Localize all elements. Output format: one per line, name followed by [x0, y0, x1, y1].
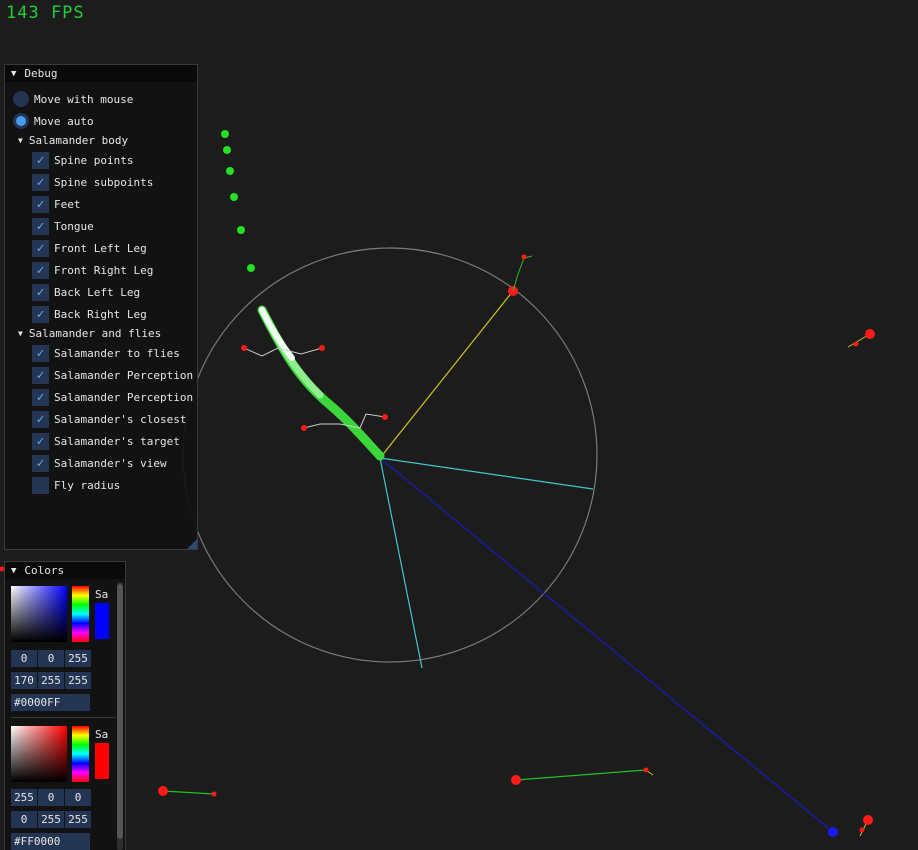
radio-move-auto[interactable]: Move auto	[13, 112, 94, 130]
checkbox-salamanders-target[interactable]: ✓ Salamander's target	[32, 432, 180, 450]
checkbox-salamander-to-flies[interactable]: ✓ Salamander to flies	[32, 344, 180, 362]
green-field[interactable]: 0	[38, 789, 64, 806]
target-fly	[828, 827, 838, 837]
color-swatch[interactable]	[95, 603, 109, 639]
check-icon[interactable]: ✓	[32, 432, 49, 450]
perception-circle	[182, 247, 598, 663]
red-field[interactable]: 0	[11, 650, 37, 667]
resize-grip[interactable]	[187, 539, 197, 549]
checkbox-spine-subpoints[interactable]: ✓ Spine subpoints	[32, 173, 153, 191]
debug-window-titlebar[interactable]: ▼ Debug	[5, 65, 197, 82]
closest-fly-tail	[521, 254, 527, 260]
check-icon[interactable]: ✓	[32, 454, 49, 472]
picker-label: Sa	[95, 728, 109, 741]
tree-node-salamander-body[interactable]: ▼ Salamander body	[18, 131, 128, 149]
check-icon[interactable]: ✓	[32, 388, 49, 406]
divider	[11, 717, 115, 718]
check-icon[interactable]: ✓	[32, 173, 49, 191]
hue-slider[interactable]	[72, 726, 89, 782]
hue-field[interactable]: 0	[11, 811, 37, 828]
checkbox-fly-radius[interactable]: Fly radius	[32, 476, 120, 494]
checkbox-spine-points[interactable]: ✓ Spine points	[32, 151, 133, 169]
checkbox-salamanders-view[interactable]: ✓ Salamander's view	[32, 454, 167, 472]
radio-button-icon[interactable]	[13, 113, 29, 129]
picker-label: Sa	[95, 588, 109, 601]
check-icon[interactable]: ✓	[32, 305, 49, 323]
checkbox-empty[interactable]	[32, 476, 49, 494]
colors-window-title: Colors	[24, 564, 65, 577]
check-icon[interactable]: ✓	[32, 151, 49, 169]
check-icon[interactable]: ✓	[32, 410, 49, 428]
scrollbar[interactable]	[117, 582, 123, 850]
salamander-body	[257, 305, 385, 461]
fly	[511, 767, 654, 785]
closest-line	[379, 290, 514, 459]
check-icon[interactable]: ✓	[32, 283, 49, 301]
foot	[241, 345, 247, 351]
tree-node-salamander-and-flies[interactable]: ▼ Salamander and flies	[18, 324, 161, 342]
hex-field[interactable]: #FF0000	[11, 833, 90, 850]
check-icon[interactable]: ✓	[32, 344, 49, 362]
hue-slider[interactable]	[72, 586, 89, 642]
checkbox-salamander-perception-2[interactable]: ✓ Salamander Perception	[32, 388, 193, 406]
color-swatch[interactable]	[95, 743, 109, 779]
fly	[158, 786, 217, 797]
tree-expand-icon[interactable]: ▼	[18, 329, 23, 338]
saturation-field[interactable]: 255	[38, 811, 64, 828]
saturation-value-square[interactable]	[11, 726, 67, 782]
check-icon[interactable]: ✓	[32, 239, 49, 257]
checkbox-front-right-leg[interactable]: ✓ Front Right Leg	[32, 261, 153, 279]
check-icon[interactable]: ✓	[32, 366, 49, 384]
colors-window[interactable]: ▼ Colors Sa 0 0 255 170 255 255 #0000FF …	[4, 561, 126, 850]
fly	[847, 329, 875, 348]
saturation-field[interactable]: 255	[38, 672, 64, 689]
green-field[interactable]: 0	[38, 650, 64, 667]
value-field[interactable]: 255	[65, 811, 91, 828]
foot	[301, 425, 307, 431]
red-field[interactable]: 255	[11, 789, 37, 806]
check-icon[interactable]: ✓	[32, 261, 49, 279]
view-line-left	[379, 457, 423, 669]
debug-window[interactable]: ▼ Debug Move with mouse Move auto ▼ Sala…	[4, 64, 198, 550]
check-icon[interactable]: ✓	[32, 195, 49, 213]
value-field[interactable]: 255	[65, 672, 91, 689]
checkbox-feet[interactable]: ✓ Feet	[32, 195, 81, 213]
checkbox-salamander-perception[interactable]: ✓ Salamander Perception	[32, 366, 193, 384]
colors-window-titlebar[interactable]: ▼ Colors	[5, 562, 125, 579]
hue-field[interactable]: 170	[11, 672, 37, 689]
radio-button-icon[interactable]	[13, 91, 29, 107]
checkbox-salamanders-closest[interactable]: ✓ Salamander's closest	[32, 410, 186, 428]
tree-expand-icon[interactable]: ▼	[18, 136, 23, 145]
radio-move-with-mouse[interactable]: Move with mouse	[13, 90, 133, 108]
checkbox-back-left-leg[interactable]: ✓ Back Left Leg	[32, 283, 140, 301]
spine-points	[221, 130, 255, 272]
blue-field[interactable]: 255	[65, 650, 91, 667]
checkbox-tongue[interactable]: ✓ Tongue	[32, 217, 94, 235]
fps-counter: 143 FPS	[6, 3, 85, 23]
checkbox-back-right-leg[interactable]: ✓ Back Right Leg	[32, 305, 147, 323]
foot	[382, 414, 388, 420]
foot	[319, 345, 325, 351]
hex-field[interactable]: #0000FF	[11, 694, 90, 711]
check-icon[interactable]: ✓	[32, 217, 49, 235]
collapse-triangle-icon[interactable]: ▼	[11, 69, 16, 79]
fly	[859, 815, 873, 837]
debug-window-title: Debug	[24, 67, 58, 80]
saturation-value-square[interactable]	[11, 586, 67, 642]
collapse-triangle-icon[interactable]: ▼	[11, 566, 16, 576]
closest-fly-trail	[512, 255, 533, 292]
blue-field[interactable]: 0	[65, 789, 91, 806]
scrollbar-thumb[interactable]	[117, 584, 123, 839]
target-line	[379, 457, 834, 833]
checkbox-front-left-leg[interactable]: ✓ Front Left Leg	[32, 239, 147, 257]
